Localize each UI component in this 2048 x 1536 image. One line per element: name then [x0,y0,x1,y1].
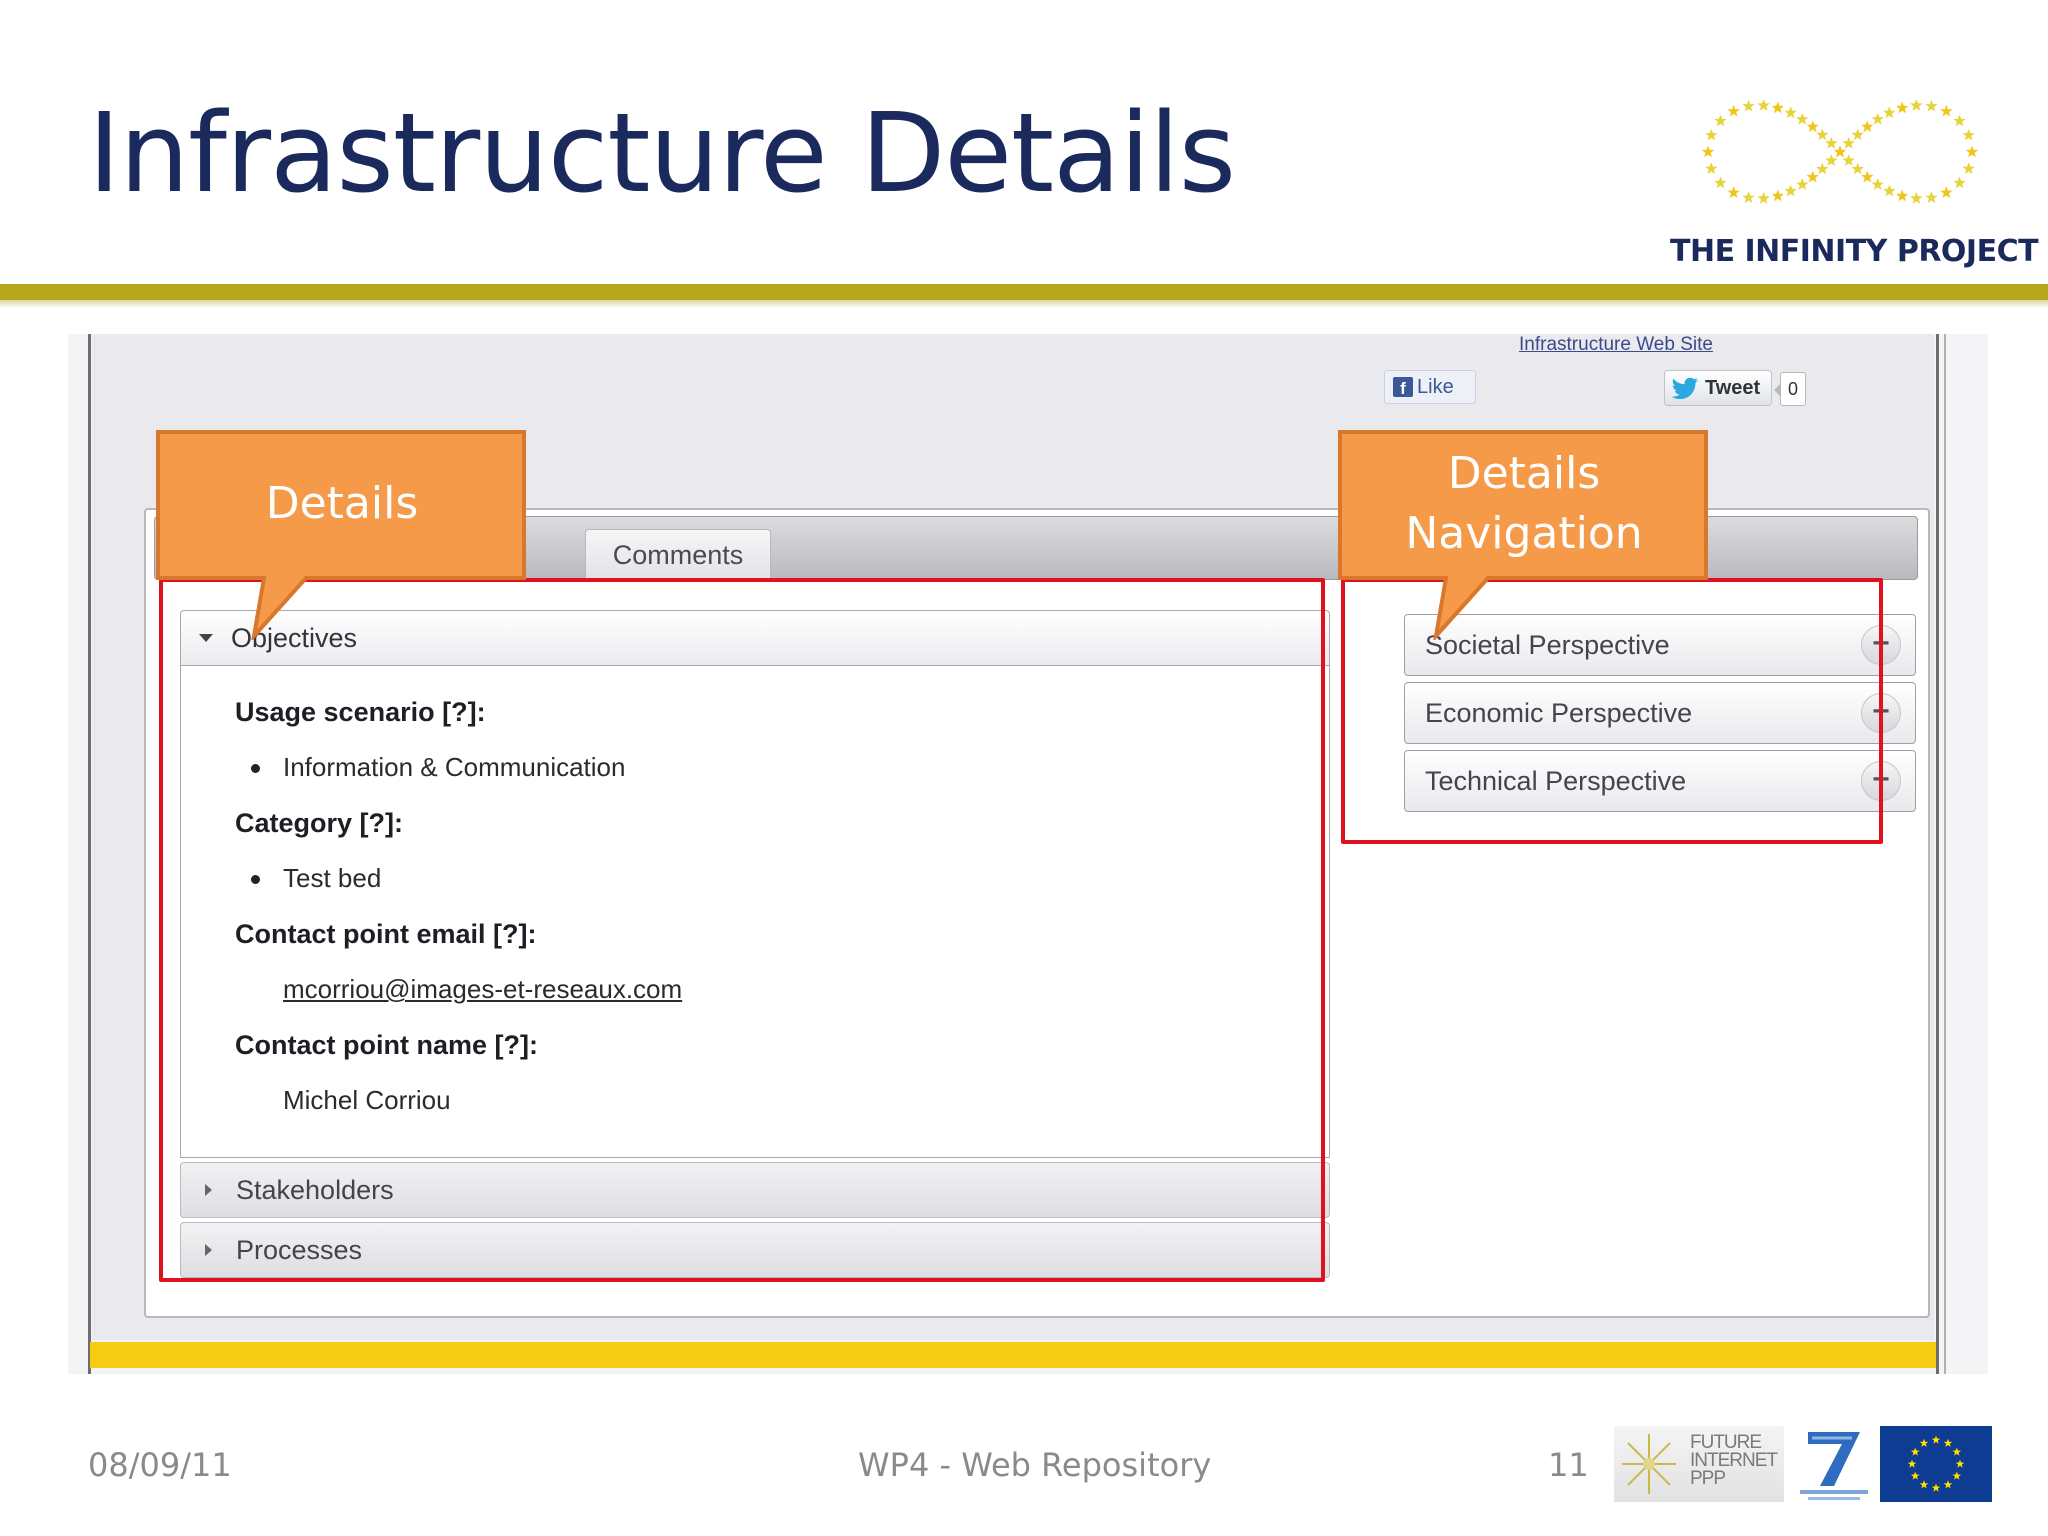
tab-comments[interactable]: Comments [585,529,771,581]
callout-nav-line2: Navigation [1405,508,1643,559]
slide-title: Infrastructure Details [88,89,1236,217]
footer-title: WP4 - Web Repository [858,1446,1212,1484]
twitter-bird-icon [1671,377,1698,399]
footer-page-number: 11 [1548,1446,1589,1484]
details-navigation-callout: Details Navigation [1338,430,1710,640]
screenshot-right-edge [1936,334,1939,1374]
header-rule-shadow [0,300,2048,308]
header-rule [0,284,2048,300]
eu-flag [1880,1426,1992,1502]
tweet-label: Tweet [1705,376,1761,399]
tweet-button[interactable]: Tweet [1664,370,1772,406]
future-internet-logo: FUTURE INTERNET PPP [1614,1426,1784,1502]
callout-nav-line1: Details [1447,448,1601,499]
like-label: Like [1417,375,1454,398]
callout-details-label: Details [265,478,419,529]
yellow-footer-strip [90,1342,1936,1368]
screenshot-right-edge-inner [1944,334,1946,1374]
screenshot-left-edge [88,334,91,1374]
future-internet-star-icon [1622,1434,1676,1494]
details-highlight-box [159,578,1325,1282]
tweet-count: 0 [1774,372,1806,406]
facebook-like-button[interactable]: f Like [1384,370,1476,404]
fp7-logo [1800,1432,1868,1500]
facebook-icon: f [1393,377,1413,397]
infrastructure-web-site-link[interactable]: Infrastructure Web Site [1519,334,1713,356]
future-internet-logo-text: FUTURE INTERNET PPP [1690,1433,1778,1489]
callout-shape [156,430,526,640]
infinity-stars-logo [1701,98,1979,204]
fi-line-3: PPP [1690,1468,1726,1489]
details-callout: Details [156,430,528,640]
logo-caption: THE INFINITY PROJECT [1670,234,2039,269]
footer-date: 08/09/11 [88,1446,232,1484]
